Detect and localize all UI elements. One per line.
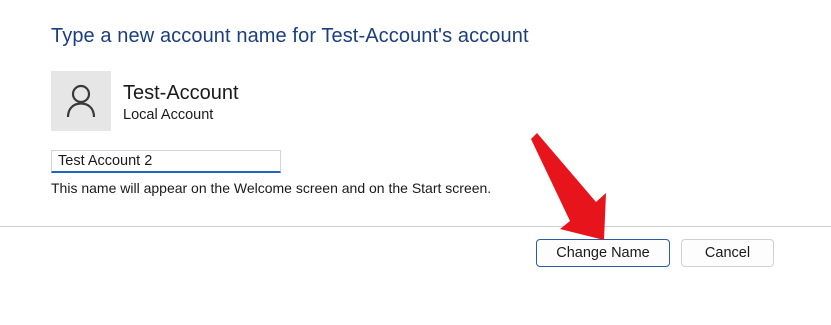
dialog-heading: Type a new account name for Test-Account…	[51, 25, 529, 47]
account-avatar	[51, 71, 111, 131]
account-name: Test-Account	[123, 82, 239, 104]
name-hint-text: This name will appear on the Welcome scr…	[51, 180, 492, 196]
user-icon	[66, 84, 96, 118]
cancel-button[interactable]: Cancel	[681, 239, 774, 267]
account-name-input[interactable]	[51, 150, 281, 173]
change-name-button[interactable]: Change Name	[536, 239, 670, 267]
account-type: Local Account	[123, 107, 214, 123]
divider	[0, 226, 831, 227]
